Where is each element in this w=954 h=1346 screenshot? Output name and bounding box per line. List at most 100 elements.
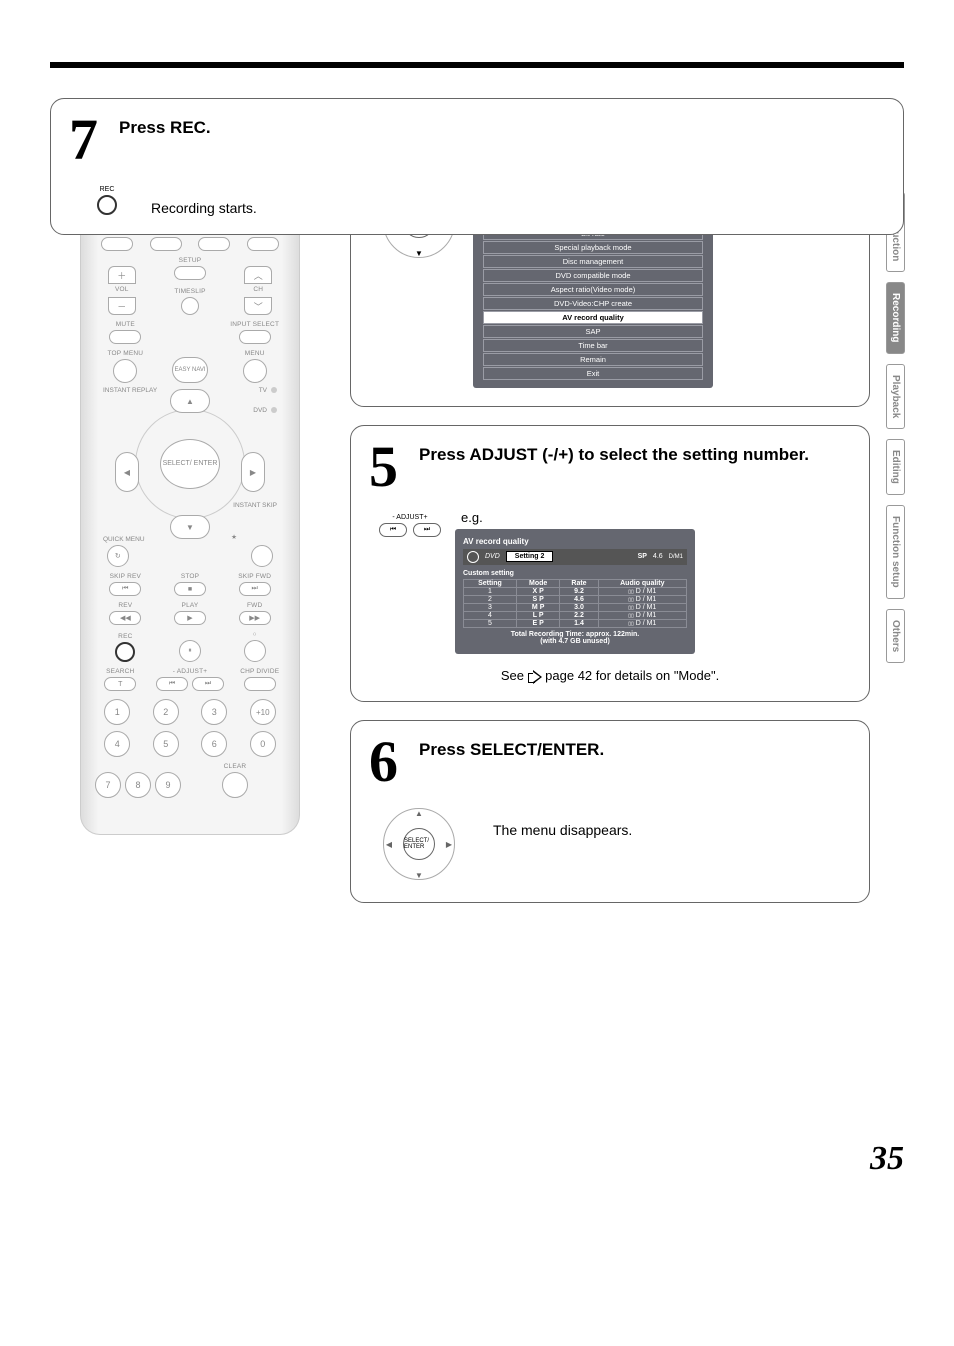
table-cell: 9.2 (560, 587, 598, 595)
dvd-label: DVD (253, 407, 277, 414)
step-6-body: The menu disappears. (493, 822, 632, 838)
vol-label: VOL (115, 286, 129, 293)
step-5-box: 5 Press ADJUST (-/+) to select the setti… (350, 425, 870, 702)
up-arrow-icon: ▲ (411, 806, 427, 820)
remain-button[interactable] (101, 237, 133, 251)
down-arrow-icon: ▼ (411, 246, 427, 260)
chp-divide-button[interactable] (244, 677, 276, 691)
skip-fwd-label: SKIP FWD (238, 573, 271, 580)
timeslip-label: TIMESLIP (174, 288, 205, 295)
av-record-quality-osd: AV record quality DVD Setting 2 SP 4.6 D… (455, 529, 695, 654)
dpad-right-button[interactable]: ▶ (241, 452, 265, 492)
step-6-box: 6 Press SELECT/ENTER. ▲ ▼ ◀ ▶ SELECT/ EN… (350, 720, 870, 903)
clear-button[interactable] (222, 772, 248, 798)
adjust-label-mini: - ADJUST+ (392, 514, 427, 521)
zoom-button[interactable] (247, 237, 279, 251)
input-select-button[interactable] (239, 330, 271, 344)
num-2-button[interactable]: 2 (153, 699, 179, 725)
table-cell: 4.6 (560, 595, 598, 603)
select-enter-button[interactable]: SELECT/ ENTER (160, 439, 220, 489)
quick-menu-label: QUICK MENU (103, 536, 145, 543)
setting-field: Setting 2 (506, 551, 554, 562)
dpad-down-button[interactable]: ▼ (170, 515, 210, 539)
star-icon: ★ (231, 533, 237, 541)
total-time-label: Total Recording Time: approx. 122min. (463, 631, 687, 639)
num-0-button[interactable]: 0 (250, 731, 276, 757)
top-menu-button[interactable] (113, 359, 137, 383)
star-button[interactable] (251, 545, 273, 567)
dvd-disc-icon (467, 551, 479, 563)
easy-navi-label: EASY NAVI (174, 367, 205, 373)
rec-button[interactable] (115, 642, 135, 662)
fwd-button[interactable]: ▶▶ (239, 611, 271, 625)
num-7-button[interactable]: 7 (95, 772, 121, 798)
adjust-buttons-icon: - ADJUST+ ⏮ ⏭ (379, 514, 441, 537)
recmode-button[interactable] (150, 237, 182, 251)
table-cell: L P (516, 611, 560, 619)
setting-suffix-rate: 4.6 (653, 553, 663, 560)
num-3-button[interactable]: 3 (201, 699, 227, 725)
num-4-button[interactable]: 4 (104, 731, 130, 757)
rec-label: REC (118, 633, 132, 640)
quick-menu-item: Remain (483, 353, 703, 366)
play-button[interactable]: ▶ (174, 611, 206, 625)
ch-down-button[interactable]: ﹀ (244, 297, 272, 315)
table-cell: 2 (464, 595, 517, 603)
ch-up-button[interactable]: ︿ (244, 266, 272, 284)
o-button[interactable] (244, 640, 266, 662)
skip-rev-label: SKIP REV (110, 573, 141, 580)
search-button[interactable]: T (104, 677, 136, 691)
skip-rev-button[interactable]: ⏮ (109, 582, 141, 596)
extend-button[interactable] (198, 237, 230, 251)
step-6-dpad-icon: ▲ ▼ ◀ ▶ SELECT/ ENTER (379, 804, 459, 884)
down-arrow-icon: ▼ (411, 868, 427, 882)
num-5-button[interactable]: 5 (153, 731, 179, 757)
rec-button-icon: REC (97, 186, 117, 215)
table-row: 4L P2.2▯▯ D / M1 (464, 611, 687, 619)
table-row: 2S P4.6▯▯ D / M1 (464, 595, 687, 603)
step-7-text: Press REC. (119, 115, 885, 138)
num-plus10-button[interactable]: +10 (250, 699, 276, 725)
custom-setting-label: Custom setting (463, 570, 687, 577)
table-row: 5E P1.4▯▯ D / M1 (464, 619, 687, 627)
th-setting: Setting (464, 579, 517, 587)
adjust-minus-button[interactable]: ⏮ (156, 677, 188, 691)
vol-down-button[interactable]: － (108, 297, 136, 315)
disc-space-label: (with 4.7 GB unused) (463, 638, 687, 646)
num-1-button[interactable]: 1 (104, 699, 130, 725)
dpad-left-button[interactable]: ◀ (115, 452, 139, 492)
step-6-number: 6 (369, 737, 409, 786)
setup-label: SETUP (179, 257, 202, 264)
dvd-label: DVD (485, 553, 500, 560)
step-5-number: 5 (369, 442, 409, 491)
top-menu-label: TOP MENU (108, 350, 144, 357)
num-9-button[interactable]: 9 (155, 772, 181, 798)
fwd-label: FWD (247, 602, 262, 609)
rev-label: REV (118, 602, 132, 609)
adjust-plus-button[interactable]: ⏭ (192, 677, 224, 691)
quick-menu-item: SAP (483, 325, 703, 338)
left-arrow-icon: ◀ (381, 837, 397, 851)
dpad-up-button[interactable]: ▲ (170, 389, 210, 413)
vol-up-button[interactable]: ＋ (108, 266, 136, 284)
step-5-text: Press ADJUST (-/+) to select the setting… (419, 442, 851, 465)
easy-navi-button[interactable]: EASY NAVI (172, 357, 208, 383)
pause-button[interactable]: ⏸ (179, 640, 201, 662)
step-5-eg: e.g. (461, 510, 851, 525)
stop-button[interactable]: ■ (174, 582, 206, 596)
tv-label: TV (259, 387, 277, 394)
table-cell: X P (516, 587, 560, 595)
skip-fwd-button[interactable]: ⏭ (239, 582, 271, 596)
setup-button[interactable] (174, 266, 206, 280)
timeslip-button[interactable] (181, 297, 199, 315)
instant-replay-label: INSTANT REPLAY (103, 387, 157, 394)
quick-menu-button[interactable]: ↻ (107, 545, 129, 567)
num-8-button[interactable]: 8 (125, 772, 151, 798)
menu-button[interactable] (243, 359, 267, 383)
dpad: ▲ ▼ ◀ ▶ SELECT/ ENTER INSTANT REPLAY TV … (105, 389, 275, 539)
num-6-button[interactable]: 6 (201, 731, 227, 757)
top-black-bar (50, 62, 904, 68)
rev-button[interactable]: ◀◀ (109, 611, 141, 625)
mute-button[interactable] (109, 330, 141, 344)
table-cell: 2.2 (560, 611, 598, 619)
